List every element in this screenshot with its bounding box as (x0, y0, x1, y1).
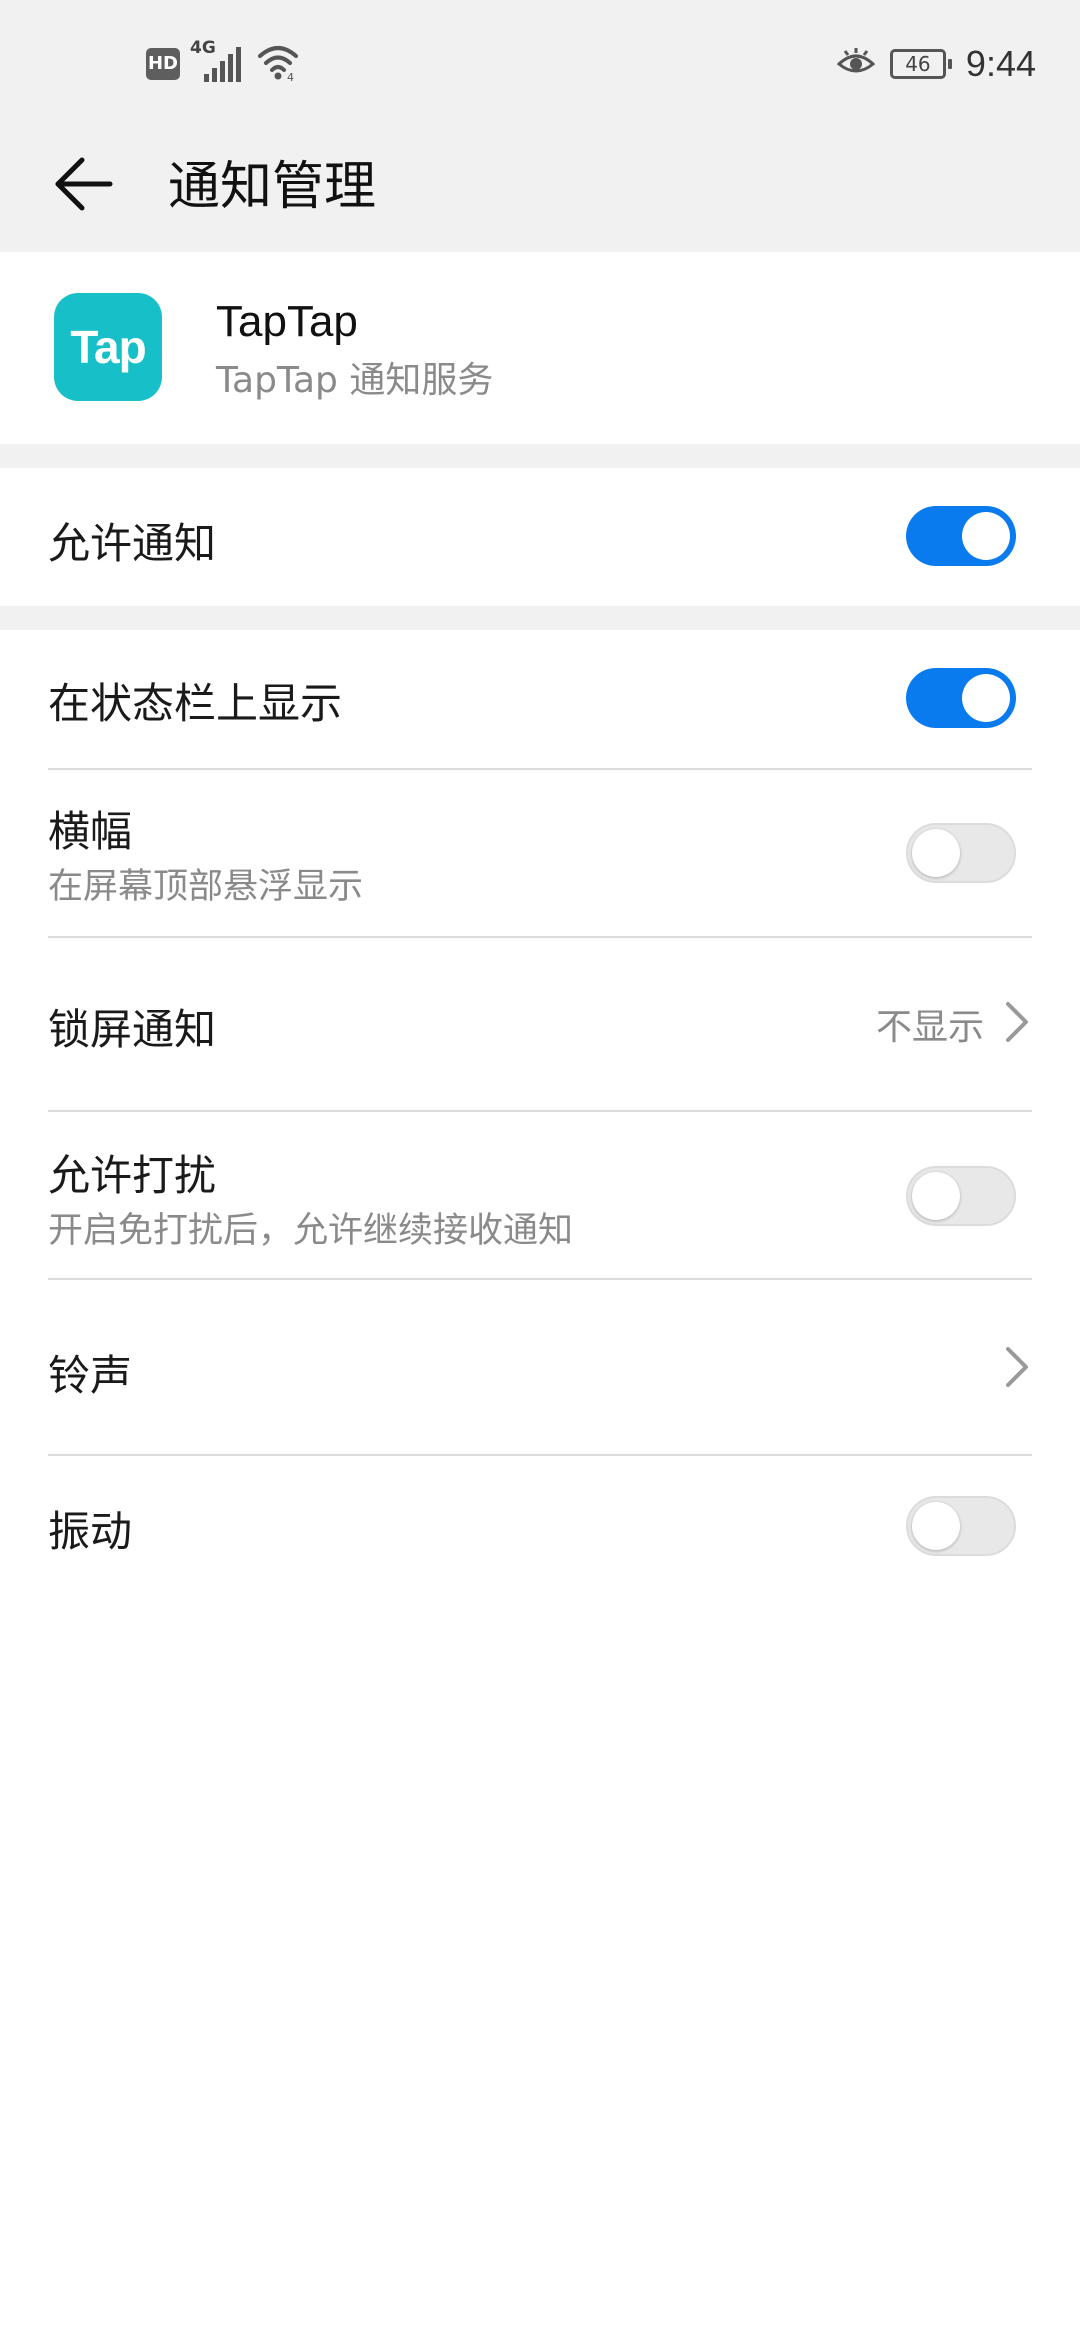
banner-label: 横幅 (48, 807, 133, 856)
clock: 9:44 (965, 43, 1036, 84)
chevron-right-icon (1002, 1000, 1032, 1044)
back-button[interactable] (46, 148, 122, 224)
battery-level: 46 (905, 52, 931, 76)
status-left: HD 4G 4 (146, 38, 300, 86)
cellular-signal-icon: 4G (190, 38, 246, 84)
lock-screen-value: 不显示 (875, 1007, 984, 1048)
toggle-knob (912, 1172, 960, 1220)
allow-notifications-toggle[interactable] (906, 506, 1016, 566)
toggle-knob (962, 674, 1010, 722)
battery-icon: 46 (889, 49, 952, 79)
status-right: 46 9:44 (836, 40, 1036, 88)
lock-screen-row[interactable]: 锁屏通知 不显示 (0, 938, 1080, 1110)
hd-icon: HD (146, 48, 180, 80)
ringtone-row[interactable]: 铃声 (0, 1280, 1080, 1454)
banner-toggle[interactable] (906, 823, 1016, 883)
app-name: TapTap (216, 297, 358, 346)
app-bar: 通知管理 (0, 132, 1080, 252)
app-info: Tap TapTap TapTap 通知服务 (0, 252, 1080, 444)
vibration-label: 振动 (48, 1507, 133, 1556)
status-bar: HD 4G 4 46 9:44 (0, 0, 1080, 132)
back-arrow-icon (54, 156, 114, 216)
section-gap (0, 444, 1080, 468)
ringtone-label: 铃声 (48, 1351, 133, 1400)
wifi-icon: 4 (256, 42, 300, 86)
taptap-app-icon: Tap (54, 293, 162, 401)
allow-notifications-label: 允许通知 (48, 519, 217, 568)
lock-screen-label: 锁屏通知 (48, 1005, 217, 1054)
chevron-right-icon (1002, 1345, 1032, 1389)
vibration-row[interactable]: 振动 (0, 1456, 1080, 1596)
toggle-knob (912, 1502, 960, 1550)
banner-description: 在屏幕顶部悬浮显示 (48, 867, 364, 907)
status-bar-display-row[interactable]: 在状态栏上显示 (0, 630, 1080, 768)
svg-text:4: 4 (287, 71, 294, 82)
page-title: 通知管理 (168, 157, 377, 217)
banner-row[interactable]: 横幅 在屏幕顶部悬浮显示 (0, 770, 1080, 936)
app-subtitle: TapTap 通知服务 (216, 360, 494, 401)
eye-comfort-icon (836, 46, 876, 82)
allow-interrupt-toggle[interactable] (906, 1166, 1016, 1226)
status-bar-display-label: 在状态栏上显示 (48, 679, 343, 728)
status-bar-display-toggle[interactable] (906, 668, 1016, 728)
allow-notifications-row[interactable]: 允许通知 (0, 468, 1080, 606)
section-gap (0, 606, 1080, 630)
toggle-knob (962, 512, 1010, 560)
toggle-knob (912, 829, 960, 877)
vibration-toggle[interactable] (906, 1496, 1016, 1556)
allow-interrupt-label: 允许打扰 (48, 1151, 217, 1200)
allow-interrupt-description: 开启免打扰后，允许继续接收通知 (48, 1211, 574, 1251)
allow-interrupt-row[interactable]: 允许打扰 开启免打扰后，允许继续接收通知 (0, 1112, 1080, 1278)
